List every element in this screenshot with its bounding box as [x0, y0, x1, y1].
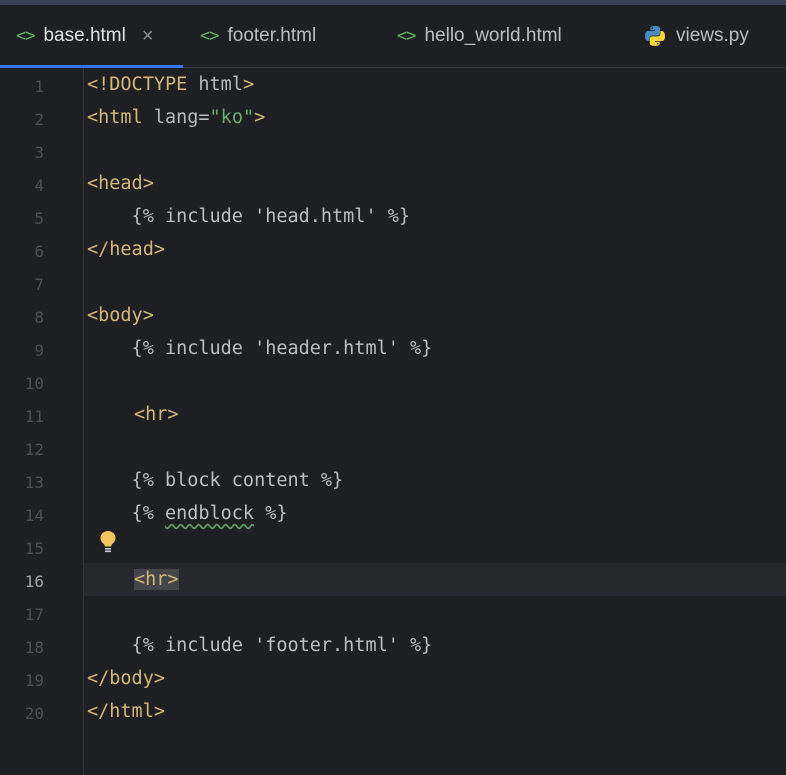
code-line-14[interactable]: {% endblock %}	[87, 503, 288, 524]
html-file-icon: <>	[16, 26, 36, 46]
line-number: 8	[34, 308, 44, 327]
current-line-number: 16	[24, 572, 44, 591]
equals-sign: =	[198, 107, 210, 128]
line-number: 1	[34, 77, 44, 96]
code-line-4[interactable]: <head>	[87, 173, 154, 194]
line-number: 15	[24, 539, 44, 558]
code-line-6[interactable]: </head>	[87, 239, 165, 260]
line-number: 13	[24, 473, 44, 492]
line-number: 17	[24, 605, 44, 624]
tab-hello-world-html[interactable]: <> hello_world.html	[397, 5, 562, 67]
code-line-20[interactable]: </html>	[87, 701, 165, 722]
line-number: 9	[34, 341, 44, 360]
code-line-13[interactable]: {% block content %}	[87, 470, 344, 491]
line-number: 11	[24, 407, 44, 426]
line-number: 18	[24, 638, 44, 657]
lang-value: "ko"	[209, 107, 255, 128]
current-line-highlight	[0, 563, 786, 596]
code-line-5[interactable]: {% include 'head.html' %}	[87, 206, 410, 227]
endblock-keyword: endblock	[164, 503, 255, 524]
tab-label: footer.html	[227, 25, 317, 46]
line-number: 4	[34, 176, 44, 195]
code-line-16[interactable]: <hr>	[134, 569, 179, 590]
line-number-gutter: 1 2 3 4 5 6 7 8 9 10 11 12 13 14 15 16 1…	[0, 68, 84, 775]
tab-views-py[interactable]: views.py	[644, 5, 749, 67]
lang-attribute: lang	[142, 107, 199, 128]
code-line-18[interactable]: {% include 'footer.html' %}	[87, 635, 433, 656]
line-number: 3	[34, 143, 44, 162]
lightbulb-icon[interactable]	[99, 530, 117, 554]
line-number: 14	[24, 506, 44, 525]
tag-close: >	[242, 74, 255, 95]
tab-label: views.py	[676, 25, 749, 46]
code-line-1[interactable]: <!DOCTYPE html>	[87, 74, 254, 95]
close-icon[interactable]: ×	[142, 25, 154, 48]
tab-label: base.html	[43, 25, 126, 46]
code-line-8[interactable]: <body>	[87, 305, 154, 326]
html-open-tag: <html	[87, 107, 143, 128]
tab-footer-html[interactable]: <> footer.html	[200, 5, 316, 67]
line-number: 2	[34, 110, 44, 129]
line-number: 6	[34, 242, 44, 261]
doctype-name: html	[187, 74, 243, 95]
code-line-9[interactable]: {% include 'header.html' %}	[87, 338, 433, 359]
line-number: 10	[24, 374, 44, 393]
tag-close: >	[254, 107, 266, 128]
template-close: %}	[254, 503, 288, 524]
html-file-icon: <>	[200, 26, 220, 46]
editor-tab-bar: <> base.html × <> footer.html <> hello_w…	[0, 5, 786, 68]
html-file-icon: <>	[397, 26, 417, 46]
line-number: 20	[24, 704, 44, 723]
line-number: 5	[34, 209, 44, 228]
hr-tag-highlighted: <hr>	[134, 569, 179, 590]
code-line-19[interactable]: </body>	[87, 668, 165, 689]
doctype-token: <!DOCTYPE	[87, 74, 188, 95]
code-line-11[interactable]: <hr>	[134, 404, 179, 425]
tab-label: hello_world.html	[424, 25, 562, 46]
code-line-2[interactable]: <html lang="ko">	[87, 107, 265, 128]
line-number: 7	[34, 275, 44, 294]
line-number: 19	[24, 671, 44, 690]
python-file-icon	[644, 25, 666, 47]
template-open: {%	[87, 503, 165, 524]
line-number: 12	[24, 440, 44, 459]
tab-base-html[interactable]: <> base.html ×	[16, 5, 154, 67]
